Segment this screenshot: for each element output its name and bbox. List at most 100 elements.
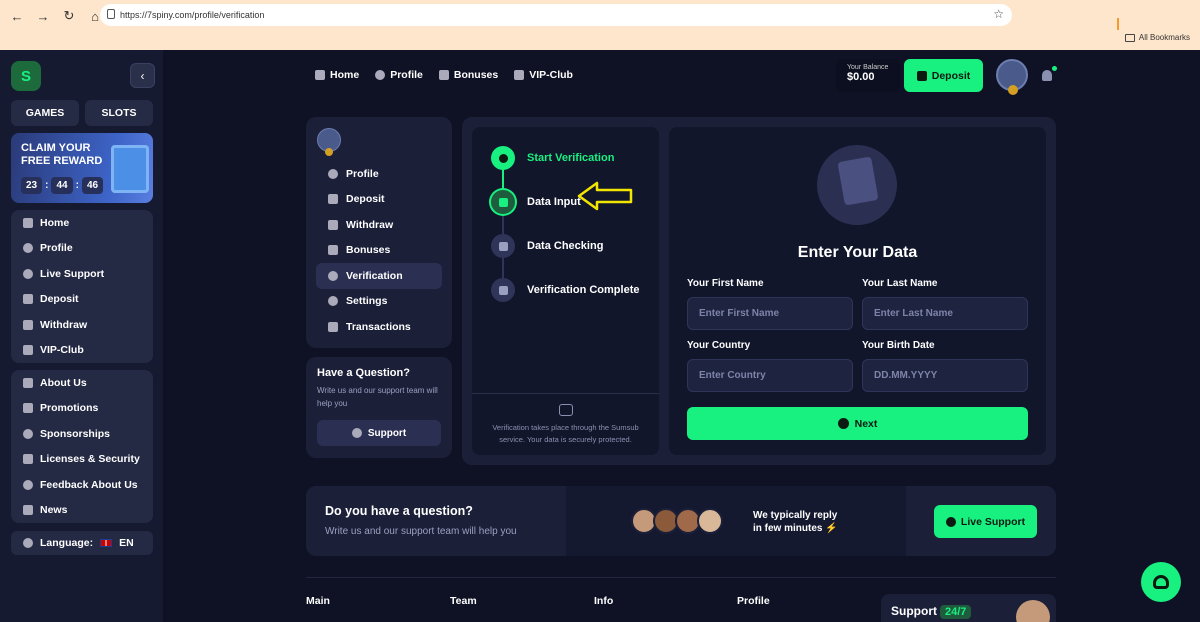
timer-seconds: 46: [81, 177, 104, 194]
avatar[interactable]: [996, 59, 1028, 95]
contact-title: Do you have a question?: [325, 504, 473, 518]
profile-menu-verification[interactable]: Verification: [316, 263, 442, 289]
sidebar-item-label: Sponsorships: [40, 427, 111, 440]
collapse-sidebar-button[interactable]: ‹: [130, 63, 155, 88]
profile-avatar: [317, 128, 341, 156]
profile-menu-deposit[interactable]: Deposit: [316, 187, 442, 213]
step-start-verification: Start Verification: [491, 146, 614, 170]
bookmarks-label: All Bookmarks: [1138, 33, 1190, 42]
nav-home[interactable]: Home: [315, 69, 359, 81]
nav-label: Home: [330, 69, 360, 81]
sidebar-item-vip-club[interactable]: VIP-Club: [11, 338, 153, 364]
form-title: Enter Your Data: [797, 244, 918, 261]
data-form: Enter Your Data Your First Name Your Las…: [669, 127, 1046, 455]
reload-icon[interactable]: ↻: [58, 7, 80, 25]
country-label: Your Country: [687, 340, 751, 351]
notification-bell-icon[interactable]: [1042, 66, 1057, 81]
cash-icon: [23, 319, 33, 330]
language-value: EN: [119, 537, 134, 549]
nav-label: Profile: [390, 69, 423, 81]
sidebar-item-deposit[interactable]: Deposit: [11, 287, 153, 313]
next-button[interactable]: Next: [687, 407, 1028, 440]
sidebar-item-label: Home: [40, 216, 70, 229]
document-icon: [837, 156, 879, 206]
profile-menu-bonuses[interactable]: Bonuses: [316, 238, 442, 264]
sidebar-item-label: Deposit: [40, 293, 79, 306]
support-button[interactable]: Support: [317, 420, 441, 446]
sidebar-item-licenses[interactable]: Licenses & Security: [11, 447, 153, 473]
bookmark-star-icon[interactable]: ☆: [993, 7, 1004, 21]
nav-profile[interactable]: Profile: [375, 69, 423, 81]
first-name-input[interactable]: [687, 297, 853, 330]
step-label: Verification Complete: [527, 284, 640, 296]
sidebar-item-label: Promotions: [40, 402, 99, 415]
sidebar-item-sponsorships[interactable]: Sponsorships: [11, 421, 153, 447]
sidebar-item-news[interactable]: News: [11, 498, 153, 524]
claim-reward-banner[interactable]: CLAIM YOUR FREE REWARD 23: 44: 46: [11, 133, 153, 203]
chat-fab-button[interactable]: [1141, 562, 1181, 602]
support-agent-avatar: [697, 508, 723, 534]
forward-icon[interactable]: →: [32, 7, 54, 25]
language-selector[interactable]: Language: EN: [11, 531, 153, 555]
step-verification-complete: Verification Complete: [491, 278, 639, 302]
profile-menu-profile[interactable]: Profile: [316, 161, 442, 187]
slots-tab[interactable]: SLOTS: [85, 100, 153, 126]
lightning-icon: ⚡: [825, 523, 838, 534]
nav-vip-club[interactable]: VIP-Club: [514, 69, 573, 81]
sumsub-text: Verification takes place through the Sum…: [492, 423, 639, 444]
profile-menu-withdraw[interactable]: Withdraw: [316, 212, 442, 238]
footer-divider: [306, 577, 1056, 578]
all-bookmarks[interactable]: All Bookmarks: [1124, 33, 1190, 42]
folder-icon: [1124, 33, 1135, 42]
nav-bonuses[interactable]: Bonuses: [438, 69, 499, 81]
sidebar-item-promotions[interactable]: Promotions: [11, 396, 153, 422]
support-24-7-card[interactable]: Support 24/7: [881, 594, 1056, 622]
list-icon: [328, 321, 338, 332]
profile-menu-label: Settings: [346, 295, 388, 308]
profile-menu-label: Withdraw: [346, 218, 394, 231]
nav-label: Bonuses: [453, 69, 499, 81]
chat-icon: [945, 516, 956, 527]
language-label: Language:: [40, 537, 94, 549]
promo-title: CLAIM YOUR FREE REWARD: [21, 142, 102, 168]
sidebar-item-label: Licenses & Security: [40, 453, 140, 466]
last-name-label: Your Last Name: [862, 278, 938, 289]
globe-icon: [23, 538, 33, 548]
sidebar-item-profile[interactable]: Profile: [11, 236, 153, 262]
birth-date-input[interactable]: [862, 359, 1028, 392]
site-info-icon[interactable]: [107, 9, 115, 19]
games-tab[interactable]: GAMES: [11, 100, 79, 126]
gift-icon: [438, 70, 449, 80]
check-badge-icon: [328, 270, 338, 281]
sidebar-item-withdraw[interactable]: Withdraw: [11, 312, 153, 338]
sidebar-item-live-support[interactable]: Live Support: [11, 261, 153, 287]
address-bar[interactable]: https://7spiny.com/profile/verification …: [100, 4, 1012, 26]
balance-label: Your Balance: [847, 64, 889, 71]
profile-menu-label: Deposit: [346, 193, 385, 206]
last-name-input[interactable]: [862, 297, 1028, 330]
country-input[interactable]: [687, 359, 853, 392]
step-label: Data Input: [527, 196, 581, 208]
coin-icon: [1008, 85, 1018, 95]
sidebar-item-label: News: [40, 504, 68, 517]
profile-menu-settings[interactable]: Settings: [316, 289, 442, 315]
footer-col-team: Team: [450, 595, 477, 607]
sidebar-main-menu: Home Profile Live Support Deposit Withdr…: [11, 210, 153, 363]
contact-middle: [566, 486, 906, 556]
deposit-button[interactable]: Deposit: [904, 59, 983, 92]
sidebar-info-menu: About Us Promotions Sponsorships License…: [11, 370, 153, 523]
wallet-icon: [23, 294, 33, 305]
check-badge-icon: [491, 278, 515, 302]
live-support-button[interactable]: Live Support: [934, 505, 1037, 538]
profile-menu-transactions[interactable]: Transactions: [316, 314, 442, 340]
chat-icon: [23, 268, 33, 279]
news-icon: [23, 505, 33, 516]
arrow-right-circle-icon: [837, 418, 849, 429]
sidebar-item-feedback[interactable]: Feedback About Us: [11, 472, 153, 498]
sidebar-item-home[interactable]: Home: [11, 210, 153, 236]
sidebar-item-about-us[interactable]: About Us: [11, 370, 153, 396]
step-label: Start Verification: [527, 152, 615, 164]
back-icon[interactable]: ←: [6, 7, 28, 25]
steps-connector: [502, 162, 504, 287]
site-logo[interactable]: S: [11, 61, 41, 91]
